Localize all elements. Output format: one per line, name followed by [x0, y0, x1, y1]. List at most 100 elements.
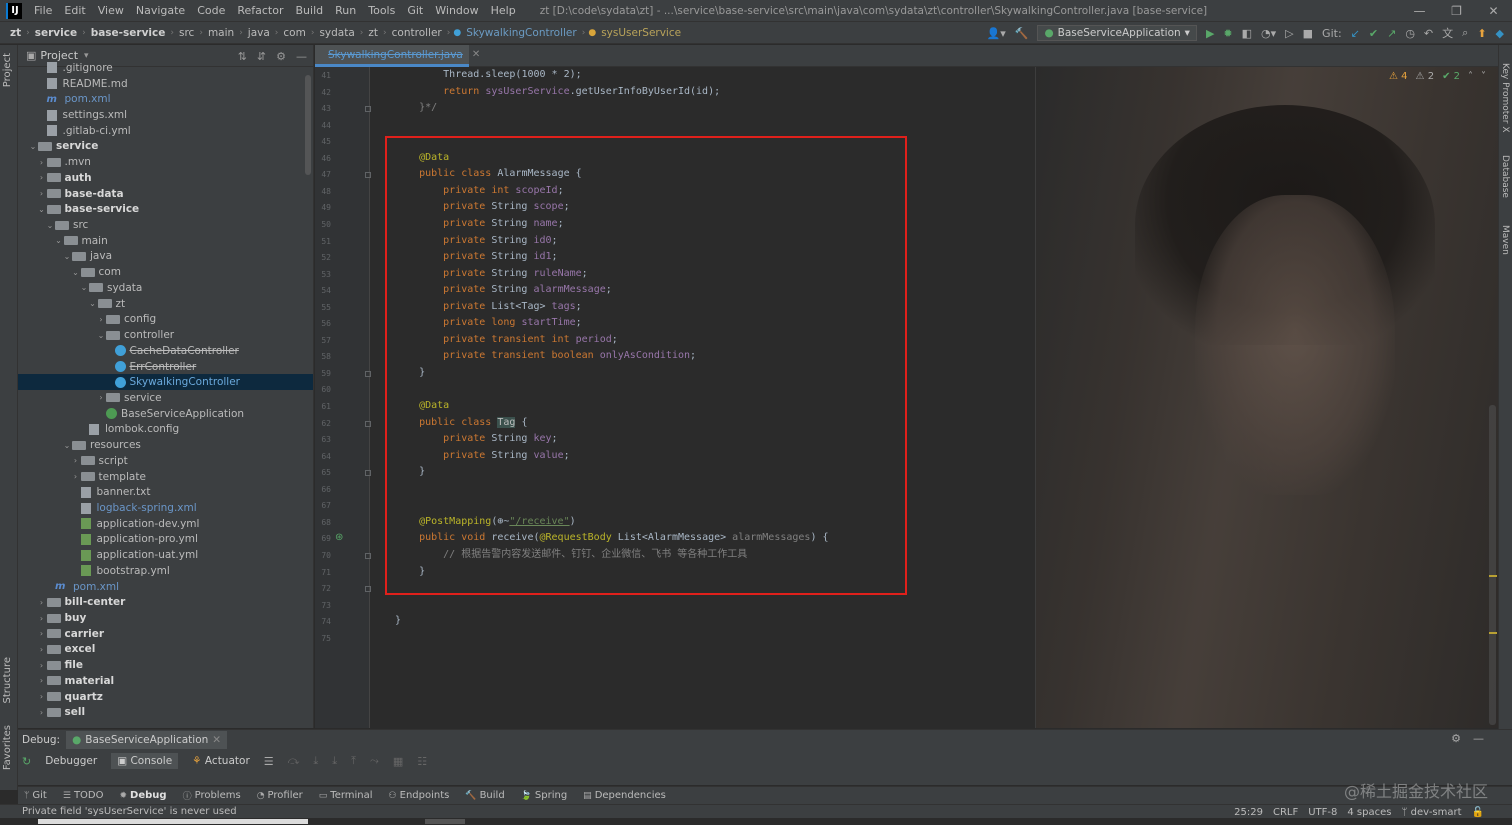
- lock-icon[interactable]: 🔓: [1472, 807, 1484, 818]
- chevron-down-icon[interactable]: ⌄: [45, 221, 55, 230]
- git-push-icon[interactable]: ↗: [1387, 27, 1396, 40]
- tree-item[interactable]: settings.xml: [18, 107, 313, 123]
- profile-icon[interactable]: ◔▾: [1261, 27, 1276, 40]
- tree-item[interactable]: › .mvn: [18, 154, 313, 170]
- menu-item-code[interactable]: Code: [191, 0, 231, 22]
- history-icon[interactable]: ◷: [1405, 27, 1415, 40]
- user-icon[interactable]: 👤▾: [987, 27, 1006, 40]
- tree-item[interactable]: ⌄ resources: [18, 437, 313, 453]
- menu-item-help[interactable]: Help: [485, 0, 522, 22]
- tree-item[interactable]: › config: [18, 312, 313, 328]
- indent-setting[interactable]: 4 spaces: [1347, 807, 1391, 818]
- chevron-right-icon[interactable]: ›: [71, 456, 81, 465]
- fold-marker-icon[interactable]: [365, 552, 371, 559]
- chevron-down-icon[interactable]: ⌄: [71, 268, 81, 277]
- fold-marker-icon[interactable]: [365, 420, 371, 427]
- tree-item[interactable]: › excel: [18, 642, 313, 658]
- tree-item[interactable]: bootstrap.yml: [18, 563, 313, 579]
- git-branch[interactable]: ᛘ dev-smart: [1401, 807, 1461, 818]
- breadcrumb-item[interactable]: java: [246, 27, 272, 39]
- trace-icon[interactable]: ☷: [417, 755, 427, 768]
- menu-item-edit[interactable]: Edit: [58, 0, 91, 22]
- tree-item[interactable]: › auth: [18, 170, 313, 186]
- tree-item[interactable]: CacheDataController: [18, 343, 313, 359]
- menu-item-git[interactable]: Git: [401, 0, 429, 22]
- chevron-down-icon[interactable]: ⌄: [54, 236, 64, 245]
- tool-window-debug[interactable]: ✹ Debug: [120, 790, 167, 801]
- plugin-icon[interactable]: ◆: [1496, 27, 1504, 40]
- chevron-down-icon[interactable]: ⌄: [79, 283, 89, 292]
- tree-item[interactable]: ⌄ zt: [18, 296, 313, 312]
- chevron-right-icon[interactable]: ›: [96, 393, 106, 402]
- fold-marker-icon[interactable]: [365, 470, 371, 477]
- tree-item[interactable]: › file: [18, 657, 313, 673]
- breadcrumb-item[interactable]: controller: [390, 27, 444, 39]
- tree-item[interactable]: lombok.config: [18, 422, 313, 438]
- chevron-down-icon[interactable]: ⌄: [88, 299, 98, 308]
- file-encoding[interactable]: UTF-8: [1308, 807, 1337, 818]
- inspection-widget[interactable]: ⚠ 4 ⚠ 2 ✔ 2 ˄ ˅: [1389, 71, 1486, 82]
- tree-item[interactable]: application-dev.yml: [18, 516, 313, 532]
- tree-item[interactable]: application-uat.yml: [18, 547, 313, 563]
- breadcrumb-item[interactable]: main: [206, 27, 236, 39]
- tab-actuator[interactable]: ⚘ Actuator: [192, 755, 250, 767]
- close-icon[interactable]: ✕: [1475, 0, 1512, 22]
- fold-marker-icon[interactable]: [365, 370, 371, 377]
- tree-item[interactable]: ⌄ service: [18, 139, 313, 155]
- project-tree-scrollbar[interactable]: [305, 75, 311, 175]
- chevron-down-icon[interactable]: ⌄: [62, 441, 72, 450]
- breadcrumb-item[interactable]: sysUserService: [599, 27, 683, 39]
- minimize-icon[interactable]: —: [1401, 0, 1438, 22]
- chevron-down-icon[interactable]: ⌄: [37, 205, 47, 214]
- breadcrumb-item[interactable]: zt: [366, 27, 380, 39]
- tab-debugger[interactable]: Debugger: [45, 755, 97, 767]
- tree-item[interactable]: › template: [18, 469, 313, 485]
- coverage-icon[interactable]: ◧: [1242, 27, 1252, 40]
- tool-window-endpoints[interactable]: ⚇ Endpoints: [389, 790, 450, 801]
- breadcrumb-item[interactable]: com: [281, 27, 307, 39]
- menu-item-window[interactable]: Window: [429, 0, 484, 22]
- tree-item[interactable]: › buy: [18, 610, 313, 626]
- chevron-down-icon[interactable]: ▾: [84, 51, 89, 61]
- chevron-right-icon[interactable]: ›: [37, 676, 47, 685]
- chevron-right-icon[interactable]: ›: [71, 472, 81, 481]
- maven-side-tab[interactable]: Maven: [1500, 225, 1510, 255]
- run-to-cursor-icon[interactable]: ⤳: [370, 754, 379, 768]
- tree-item[interactable]: ⌄ sydata: [18, 280, 313, 296]
- key-promoter-side-tab[interactable]: Key Promoter X: [1500, 63, 1510, 133]
- error-stripe-mark[interactable]: [1489, 575, 1497, 577]
- breadcrumb-item[interactable]: base-service: [89, 27, 168, 39]
- debug-session-tab[interactable]: ● BaseServiceApplication ✕: [66, 731, 228, 749]
- tool-window-git[interactable]: ᛘ Git: [24, 790, 47, 801]
- menu-item-file[interactable]: File: [28, 0, 58, 22]
- run-configuration-select[interactable]: ● BaseServiceApplication ▾: [1037, 25, 1197, 41]
- tool-window-todo[interactable]: ☰ TODO: [63, 790, 104, 801]
- tool-window-terminal[interactable]: ▭ Terminal: [319, 790, 373, 801]
- tree-item[interactable]: ⌄ java: [18, 249, 313, 265]
- tool-window-profiler[interactable]: ◔ Profiler: [257, 790, 303, 801]
- tree-item[interactable]: ⌄ com: [18, 264, 313, 280]
- list-icon[interactable]: ☰: [264, 755, 274, 768]
- chevron-right-icon[interactable]: ›: [37, 189, 47, 198]
- tree-item[interactable]: ⌄ controller: [18, 327, 313, 343]
- search-icon[interactable]: ⌕: [1462, 26, 1468, 40]
- tree-item[interactable]: README.md: [18, 76, 313, 92]
- tree-item[interactable]: .gitignore: [18, 60, 313, 76]
- endpoint-icon[interactable]: ⊛: [335, 532, 343, 543]
- line-separator[interactable]: CRLF: [1273, 807, 1298, 818]
- breadcrumb-item[interactable]: SkywalkingController: [464, 27, 579, 39]
- tree-item[interactable]: › service: [18, 390, 313, 406]
- tree-item[interactable]: m pom.xml: [18, 91, 313, 107]
- build-hammer-icon[interactable]: 🔨: [1015, 27, 1029, 40]
- step-out-icon[interactable]: ⤒: [351, 754, 356, 768]
- tool-window-dependencies[interactable]: ▤ Dependencies: [583, 790, 666, 801]
- force-step-into-icon[interactable]: ⤓: [332, 754, 337, 768]
- gear-icon[interactable]: ⚙: [1451, 732, 1461, 745]
- tree-item[interactable]: ErrController: [18, 359, 313, 375]
- status-message[interactable]: Private field 'sysUserService' is never …: [0, 806, 237, 817]
- step-over-icon[interactable]: ⤼: [288, 754, 300, 768]
- update-icon[interactable]: ⬆: [1477, 27, 1486, 40]
- stop-icon[interactable]: ■: [1303, 27, 1313, 40]
- fold-marker-icon[interactable]: [365, 172, 371, 179]
- tree-item[interactable]: ⌄ base-service: [18, 201, 313, 217]
